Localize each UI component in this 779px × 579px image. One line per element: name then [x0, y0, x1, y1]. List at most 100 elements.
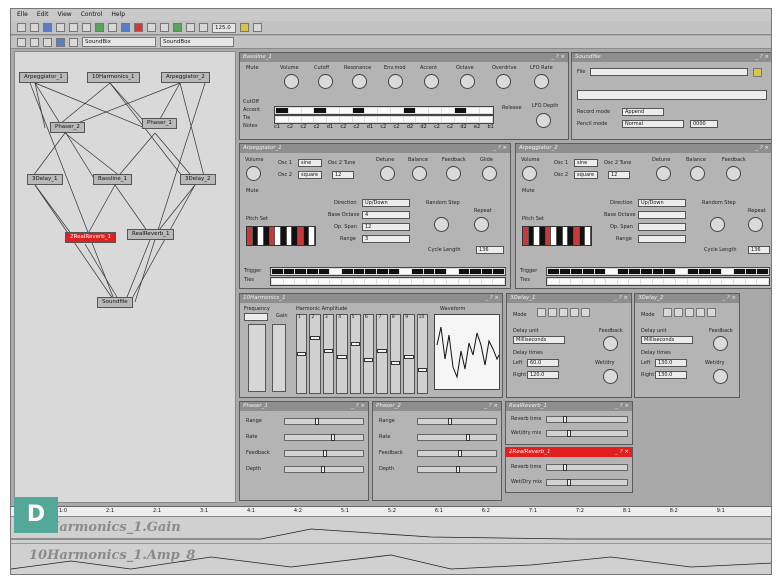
tempo-field[interactable]: 125.0 [212, 22, 236, 33]
knob[interactable] [710, 217, 725, 232]
forward-icon[interactable] [160, 23, 169, 32]
close-icon[interactable]: _ ? × [485, 295, 499, 302]
file-field[interactable] [590, 68, 748, 76]
mode-button[interactable] [707, 308, 716, 317]
fader-handle[interactable] [323, 348, 334, 353]
knob[interactable] [536, 113, 551, 128]
ties-sequencer[interactable] [546, 277, 770, 286]
pencil-mode-select[interactable]: Normal [622, 120, 684, 128]
up-icon[interactable] [186, 23, 195, 32]
note[interactable]: c2 [380, 124, 386, 130]
knob[interactable] [726, 166, 741, 181]
tool-draw-icon[interactable] [30, 37, 39, 47]
graph-node[interactable]: Phaser_1 [142, 118, 177, 129]
fader-handle[interactable] [310, 335, 320, 340]
save-icon[interactable] [43, 23, 52, 32]
mode-button[interactable] [674, 308, 683, 317]
knob[interactable] [446, 166, 461, 181]
note[interactable]: c2 [340, 124, 346, 130]
feedback-slider[interactable] [417, 450, 497, 457]
harmonic-fader[interactable]: 3 [322, 314, 335, 394]
note[interactable]: c2 [447, 124, 453, 130]
play-icon[interactable] [173, 23, 182, 32]
tool-zoom-icon[interactable] [56, 37, 65, 47]
harmonic-fader[interactable]: 7 [376, 314, 388, 394]
harmonic-fader[interactable]: 4 [336, 314, 348, 394]
delay-unit-select[interactable]: Milliseconds [641, 336, 693, 344]
knob[interactable] [603, 369, 618, 384]
gain-fader[interactable] [272, 324, 286, 392]
graph-node[interactable]: Arpeggiator_1 [19, 72, 68, 83]
graph-node[interactable]: 10Harmonics_1 [87, 72, 140, 83]
note[interactable]: d2 [460, 124, 466, 130]
fader-handle[interactable] [364, 358, 374, 363]
osc2-tune-select[interactable]: 12 [332, 171, 354, 179]
waveform-field[interactable] [577, 90, 767, 100]
graph-node[interactable]: Soundfile [97, 297, 133, 308]
cycle-length-field[interactable]: 136 [748, 246, 770, 254]
left-delay-field[interactable]: 60.0 [527, 359, 559, 367]
fader-handle[interactable] [417, 367, 428, 372]
stop-icon[interactable] [121, 23, 130, 32]
rate-slider[interactable] [417, 434, 497, 441]
tool-split-icon[interactable] [69, 37, 78, 47]
knob[interactable] [284, 74, 299, 89]
folder-icon[interactable] [753, 68, 762, 77]
harmonic-fader[interactable]: 9 [403, 314, 415, 394]
feedback-slider[interactable] [284, 450, 364, 457]
fader-handle[interactable] [337, 355, 347, 359]
graph-node[interactable]: Bassline_1 [93, 174, 133, 185]
trigger-sequencer[interactable] [546, 267, 770, 276]
mode-buttons[interactable] [537, 308, 590, 317]
note[interactable]: d1 [367, 124, 373, 130]
knob[interactable] [412, 166, 427, 181]
position-field[interactable]: 0000 [690, 120, 718, 128]
knob[interactable] [424, 74, 439, 89]
mode-button[interactable] [581, 308, 590, 317]
fader-handle[interactable] [297, 351, 307, 356]
menu-file[interactable]: Elle [17, 11, 28, 19]
osc1-select[interactable]: sine [574, 159, 598, 167]
trigger-sequencer[interactable] [270, 267, 506, 276]
range-select[interactable] [638, 235, 686, 243]
fader-handle[interactable] [404, 355, 414, 359]
close-icon[interactable]: _ ? × [615, 449, 629, 456]
knob[interactable] [713, 369, 728, 384]
harmonic-fader[interactable]: 8 [389, 314, 402, 394]
knob[interactable] [474, 217, 489, 232]
song-a-field[interactable]: SoundBix [82, 37, 156, 47]
reverb-time-slider[interactable] [546, 416, 628, 423]
note[interactable]: b1 [487, 124, 493, 130]
base-octave-select[interactable] [638, 211, 686, 219]
note[interactable]: c2 [300, 124, 306, 130]
note[interactable]: c2 [287, 124, 293, 130]
graph-node[interactable]: RealReverb_1 [127, 229, 175, 240]
record-icon[interactable] [134, 23, 143, 32]
fader-handle[interactable] [390, 361, 401, 366]
fader-handle[interactable] [377, 348, 387, 353]
close-icon[interactable]: _ ? × [615, 403, 629, 410]
cycle-length-field[interactable]: 136 [476, 246, 504, 254]
record-mode-select[interactable]: Append [622, 108, 664, 116]
knob[interactable] [496, 74, 511, 89]
mode-button[interactable] [570, 308, 579, 317]
note[interactable]: c2 [394, 124, 400, 130]
metronome-icon[interactable] [240, 23, 249, 32]
copy-icon[interactable] [69, 23, 78, 32]
knob[interactable] [246, 166, 261, 181]
direction-select[interactable]: Up/Down [362, 199, 410, 207]
frequency-fader[interactable] [248, 324, 266, 392]
knob[interactable] [522, 166, 537, 181]
close-icon[interactable]: _ ? × [614, 295, 628, 302]
knob[interactable] [748, 217, 763, 232]
range-slider[interactable] [284, 418, 364, 425]
song-b-field[interactable]: SoundBox [160, 37, 234, 47]
pitch-set-keyboard[interactable] [522, 226, 592, 246]
knob[interactable] [318, 74, 333, 89]
close-icon[interactable]: _ ? × [755, 145, 769, 152]
menu-view[interactable]: View [57, 11, 71, 19]
paste-icon[interactable] [82, 23, 91, 32]
mode-button[interactable] [696, 308, 705, 317]
knob[interactable] [603, 336, 618, 351]
mode-buttons[interactable] [663, 308, 716, 317]
